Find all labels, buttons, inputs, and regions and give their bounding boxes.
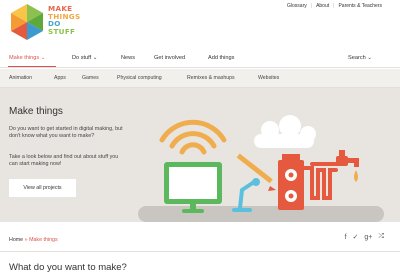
nav-divider	[0, 67, 400, 68]
view-all-projects-button[interactable]: View all projects	[9, 179, 76, 197]
hero-banner: Make things Do you want to get started i…	[0, 88, 400, 222]
tap-icon	[336, 150, 359, 167]
chevron-down-icon: ⌄	[92, 55, 98, 61]
logo-line-stuff: STUFF	[48, 26, 76, 36]
logo-hexagon-icon	[11, 4, 43, 40]
breadcrumb-separator: »	[24, 237, 28, 243]
subnav-physical-computing[interactable]: Physical computing	[117, 75, 162, 81]
share-icon[interactable]: ⤮	[378, 233, 384, 241]
hero-intro-text: Do you want to get started in digital ma…	[9, 126, 123, 140]
subnav-apps[interactable]: Apps	[54, 75, 66, 81]
nav-add-things[interactable]: Add things	[208, 55, 234, 61]
hero-illustration	[138, 115, 384, 222]
monitor-icon	[164, 162, 222, 213]
desk-shape	[138, 206, 384, 222]
main-nav: Make things ⌄ Do stuff ⌄ News Get involv…	[0, 52, 400, 68]
desk-lamp-icon	[232, 180, 256, 212]
chevron-down-icon: ⌄	[40, 55, 46, 61]
google-plus-icon[interactable]: g+	[364, 234, 372, 241]
nav-news[interactable]: News	[121, 55, 135, 61]
breadcrumb-current: Make things	[29, 237, 58, 243]
lamp-head	[252, 178, 260, 186]
section-divider	[0, 251, 400, 252]
cloud-icon	[254, 115, 316, 148]
nav-search[interactable]: Search ⌄	[348, 55, 372, 61]
subnav-websites[interactable]: Websites	[258, 75, 279, 81]
wifi-icon	[159, 119, 227, 155]
social-share: f ✓ g+ ⤮	[345, 233, 384, 241]
nav-make-things[interactable]: Make things ⌄	[9, 55, 45, 61]
utility-separator: |	[333, 3, 335, 9]
utility-link-about[interactable]: About	[316, 3, 329, 9]
utility-link-glossary[interactable]: Glossary	[287, 3, 307, 9]
breadcrumb: Home » Make things	[9, 237, 58, 243]
gear-machine-icon	[278, 154, 304, 210]
subnav-remixes-mashups[interactable]: Remixes & mashups	[187, 75, 235, 81]
water-drop-icon	[354, 170, 358, 182]
hero-cta-text: Take a look below and find out about stu…	[9, 154, 119, 168]
facebook-icon[interactable]: f	[345, 234, 347, 241]
section-title: What do you want to make?	[9, 262, 127, 273]
nav-do-stuff-label: Do stuff	[72, 55, 92, 61]
hero-title: Make things	[9, 106, 63, 117]
utility-nav: Glossary | About | Parents & Teachers	[287, 3, 382, 9]
logo-wordmark[interactable]: MAKE THINGS DO STUFF	[48, 5, 80, 35]
utility-separator: |	[310, 3, 313, 9]
subnav-animation[interactable]: Animation	[9, 75, 32, 81]
logo[interactable]	[7, 2, 47, 42]
nav-search-label: Search	[348, 55, 366, 61]
pipe-icon	[302, 162, 342, 200]
nav-make-things-label: Make things	[9, 55, 40, 61]
nav-do-stuff[interactable]: Do stuff ⌄	[72, 55, 97, 61]
sub-nav: Animation Apps Games Physical computing …	[0, 69, 400, 88]
utility-link-parents-teachers[interactable]: Parents & Teachers	[338, 3, 382, 9]
nav-get-involved[interactable]: Get involved	[154, 55, 185, 61]
twitter-icon[interactable]: ✓	[353, 233, 359, 241]
breadcrumb-home[interactable]: Home	[9, 237, 23, 243]
subnav-games[interactable]: Games	[82, 75, 99, 81]
chevron-down-icon: ⌄	[367, 55, 372, 61]
